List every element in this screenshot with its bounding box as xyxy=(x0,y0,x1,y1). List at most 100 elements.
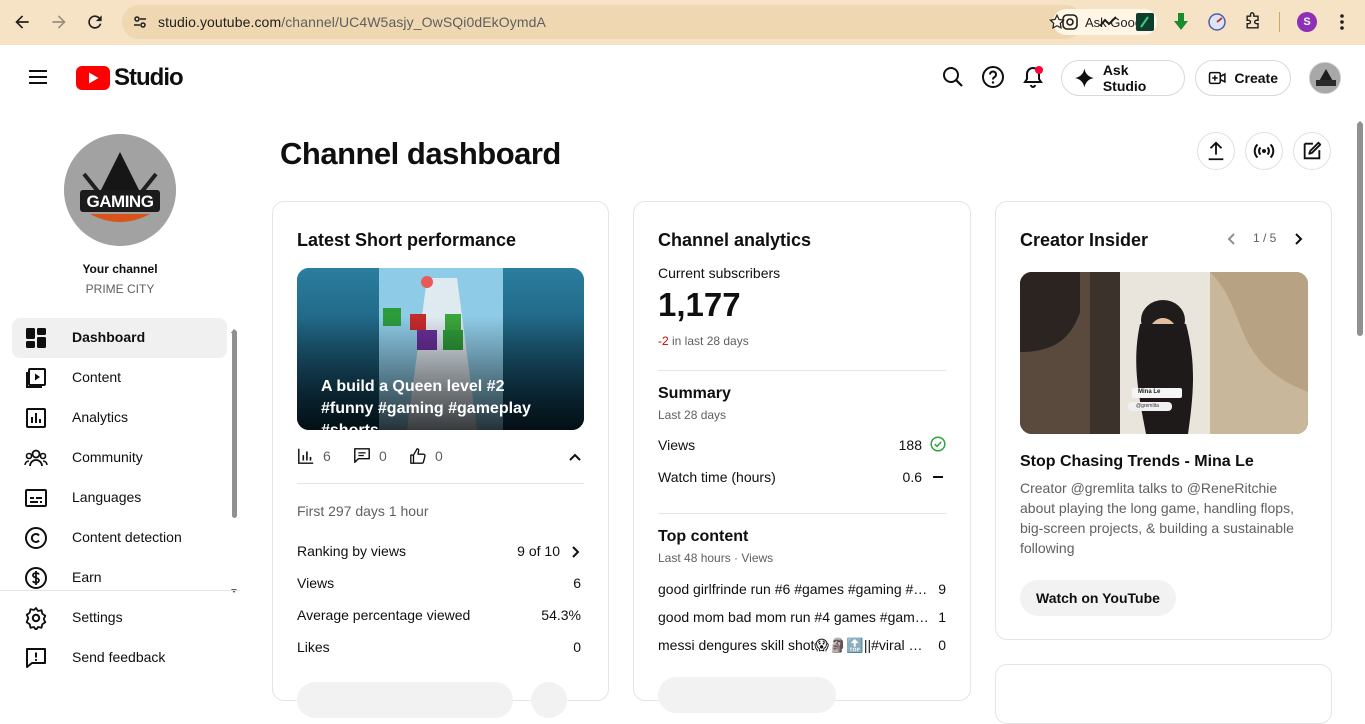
short-likes-count: 0 xyxy=(435,448,443,464)
ask-studio-label: Ask Studio xyxy=(1102,62,1147,94)
extension-terminal-icon[interactable] xyxy=(1134,11,1156,33)
browser-menu-icon[interactable] xyxy=(1331,11,1353,33)
short-thumbnail[interactable]: A build a Queen level #2 #funny #gaming … xyxy=(297,268,584,430)
stat-label: Ranking by views xyxy=(297,543,406,559)
youtube-play-icon xyxy=(76,66,110,90)
upload-button[interactable] xyxy=(1197,132,1235,170)
go-live-button[interactable] xyxy=(1245,132,1283,170)
help-button[interactable] xyxy=(977,61,1009,93)
studio-header: Studio Ask Studio Create xyxy=(0,45,1365,109)
notifications-button[interactable] xyxy=(1017,61,1049,93)
sidebar-item-send-feedback[interactable]: Send feedback xyxy=(12,638,227,678)
sidebar-item-languages[interactable]: Languages xyxy=(12,478,227,518)
url-text: studio.youtube.com/channel/UC4W5asjy_OwS… xyxy=(158,14,546,30)
top-content-period: Last 48 hours · Views xyxy=(658,551,774,565)
insider-pager: 1 / 5 xyxy=(1253,231,1277,245)
sidebar-item-community[interactable]: Community xyxy=(12,438,227,478)
page-scrollbar-thumb[interactable] xyxy=(1357,122,1363,336)
creator-insider-card: Creator Insider 1 / 5 Mina Le @gremlita … xyxy=(995,201,1332,640)
insider-thumbnail[interactable]: Mina Le @gremlita xyxy=(1020,272,1308,434)
subscribers-change: -2 in last 28 days xyxy=(658,334,749,348)
short-comments-count: 0 xyxy=(379,448,387,464)
bookmark-star-icon[interactable] xyxy=(1048,13,1066,31)
your-channel-label: Your channel xyxy=(82,262,158,276)
sidebar-item-label: Languages xyxy=(72,489,142,505)
edit-post-icon xyxy=(1303,141,1322,160)
summary-value: 188 xyxy=(898,437,922,453)
extension-download-icon[interactable] xyxy=(1170,11,1192,33)
go-to-channel-analytics-button[interactable] xyxy=(658,677,836,713)
copyright-icon xyxy=(25,527,47,549)
sidebar-scroll-up-arrow[interactable] xyxy=(231,321,237,333)
previous-insider-button[interactable] xyxy=(1224,231,1240,252)
dashboard-icon xyxy=(26,328,46,348)
content-icon xyxy=(26,368,46,388)
top-content-item-title[interactable]: messi dengures skill shot😱🗿🔝||#viral … xyxy=(658,637,930,654)
insider-video-title[interactable]: Stop Chasing Trends - Mina Le xyxy=(1020,453,1254,471)
insider-thumbnail-image xyxy=(1020,272,1308,434)
sidebar-item-label: Send feedback xyxy=(72,649,166,665)
forward-button[interactable] xyxy=(47,10,71,34)
community-icon xyxy=(24,449,48,467)
sidebar-item-content[interactable]: Content xyxy=(12,358,227,398)
top-content-item-title[interactable]: good girlfrinde run #6 #games #gaming #… xyxy=(658,581,930,597)
toolbar-divider xyxy=(1279,12,1280,32)
sidebar-item-content-detection[interactable]: Content detection xyxy=(12,518,227,558)
sidebar-scrollbar-thumb[interactable] xyxy=(232,330,237,518)
thumbnail-handle-tag: @gremlita xyxy=(1136,403,1159,409)
url-host: studio.youtube.com xyxy=(158,14,282,30)
page-scroll-up-arrow[interactable] xyxy=(1357,113,1363,125)
extension-chart-icon[interactable] xyxy=(1097,11,1119,33)
menu-button[interactable] xyxy=(22,61,54,93)
reload-button[interactable] xyxy=(83,10,107,34)
ask-studio-button[interactable]: Ask Studio xyxy=(1061,60,1185,96)
latest-short-card: Latest Short performance A build a Queen… xyxy=(272,201,609,718)
page-title: Channel dashboard xyxy=(280,136,561,171)
sidebar-scroll-down-arrow[interactable] xyxy=(231,581,237,593)
go-to-analytics-button[interactable] xyxy=(297,682,513,718)
extension-speed-icon[interactable] xyxy=(1206,11,1228,33)
sidebar-item-dashboard[interactable]: Dashboard xyxy=(12,318,227,358)
chevron-left-icon xyxy=(1227,233,1235,245)
channel-avatar[interactable]: GAMING xyxy=(64,134,176,246)
back-button[interactable] xyxy=(10,10,34,34)
browser-profile-avatar[interactable]: S xyxy=(1297,12,1317,32)
summary-label: Views xyxy=(658,437,696,453)
sidebar-divider xyxy=(0,590,240,591)
gear-icon xyxy=(25,607,47,630)
short-views-stat: 6 xyxy=(297,447,331,465)
account-avatar[interactable] xyxy=(1309,62,1341,94)
top-content-item-title[interactable]: good mom bad mom run #4 games #gam… xyxy=(658,609,930,625)
next-card xyxy=(995,664,1332,724)
card-title: Creator Insider xyxy=(1020,230,1149,250)
create-label: Create xyxy=(1234,70,1278,86)
sidebar-item-earn[interactable]: Earn xyxy=(12,558,227,598)
channel-name: PRIME CITY xyxy=(85,282,155,296)
top-content-title: Top content xyxy=(658,528,749,545)
create-post-button[interactable] xyxy=(1293,132,1331,170)
channel-avatar-art xyxy=(64,134,176,246)
address-bar[interactable]: studio.youtube.com/channel/UC4W5asjy_OwS… xyxy=(122,5,1157,39)
watch-on-youtube-button[interactable]: Watch on YouTube xyxy=(1020,580,1176,616)
logo-text: Studio xyxy=(114,64,184,91)
channel-avatar-text: GAMING xyxy=(86,192,154,211)
sidebar-item-analytics[interactable]: Analytics xyxy=(12,398,227,438)
next-insider-button[interactable] xyxy=(1290,231,1306,252)
subscribers-count: 1,177 xyxy=(658,286,741,323)
summary-label: Watch time (hours) xyxy=(658,469,776,485)
collapse-stats-button[interactable] xyxy=(567,449,583,470)
search-button[interactable] xyxy=(937,61,969,93)
stat-value: 0 xyxy=(573,639,581,655)
extensions-puzzle-icon[interactable] xyxy=(1242,11,1264,33)
thumbs-up-icon xyxy=(410,448,426,464)
more-button[interactable] xyxy=(531,682,567,718)
sidebar-item-settings[interactable]: Settings xyxy=(12,598,227,638)
site-info-icon[interactable] xyxy=(132,14,148,30)
ranking-details-button[interactable] xyxy=(567,544,583,565)
arrow-left-icon xyxy=(15,15,29,29)
studio-logo[interactable]: Studio xyxy=(76,64,184,92)
help-icon xyxy=(982,66,1004,88)
sidebar-item-label: Content xyxy=(72,369,122,385)
create-button[interactable]: Create xyxy=(1195,60,1291,96)
url-path: /channel/UC4W5asjy_OwSQi0dEkOymdA xyxy=(281,14,546,30)
